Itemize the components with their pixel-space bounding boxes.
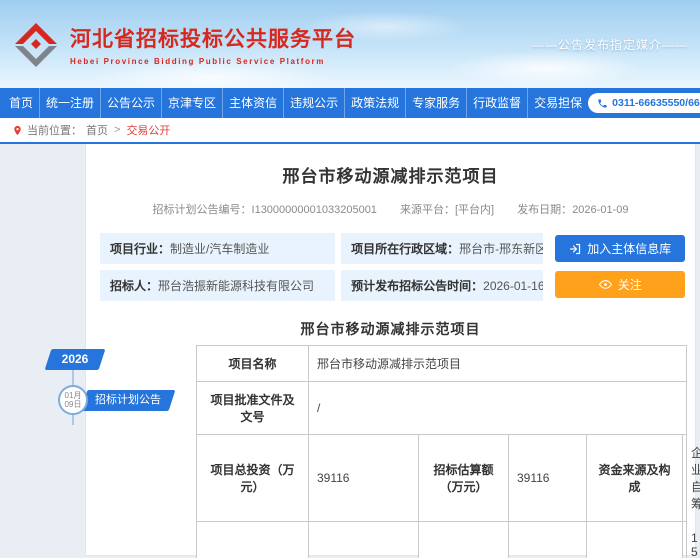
table-value-cell: 39116 (309, 435, 419, 522)
table-row: 项目总投资（万元） 39116 招标估算额（万元） 39116 资金来源及构成 … (197, 435, 687, 522)
breadcrumb-home-link[interactable]: 首页 (86, 122, 108, 138)
expected-date-label: 预计发布招标公告时间： (351, 279, 483, 293)
nav-phone: 0311-66635550/66635551 (588, 93, 700, 113)
table-value-cell: 企业自筹 (683, 435, 687, 522)
table-label-cell: 项目名称 (197, 346, 309, 382)
site-titles: 河北省招标投标公共服务平台 Hebei Province Bidding Pub… (70, 23, 356, 66)
join-arrow-icon (569, 243, 581, 255)
table-row: 项目批准文件及文号 / (197, 382, 687, 435)
plan-no-value: I13000000001033205001 (252, 204, 377, 216)
source-platform-label: 来源平台： (400, 204, 455, 216)
breadcrumb-current-link[interactable]: 交易公开 (126, 122, 170, 138)
nav-item-subject-credit[interactable]: 主体资信 (223, 88, 284, 118)
nav-item-expert-services[interactable]: 专家服务 (406, 88, 467, 118)
timeline-date-node: 01月 09日 (58, 385, 88, 415)
table-row: 招标人名称 邢台浩振新能源科技有限公司 联系人 杨明伟 电话 157320292… (197, 522, 687, 558)
table-value-cell: 邢台浩振新能源科技有限公司 (309, 522, 419, 558)
breadcrumb-prefix: 当前位置： (27, 122, 82, 138)
media-designation-label: ——公告发布指定媒介—— (532, 36, 688, 53)
summary-row: 招标人：邢台浩振新能源科技有限公司 预计发布招标公告时间：2026-01-16 (100, 270, 543, 301)
site-header: 河北省招标投标公共服务平台 Hebei Province Bidding Pub… (0, 0, 700, 88)
table-value-cell: 39116 (509, 435, 587, 522)
table-label-cell: 项目总投资（万元） (197, 435, 309, 522)
nav-item-supervision[interactable]: 行政监督 (467, 88, 528, 118)
publish-date-value: 2026-01-09 (572, 204, 628, 216)
nav-item-policies[interactable]: 政策法规 (345, 88, 406, 118)
announcement-card: 邢台市移动源减排示范项目 招标计划公告编号：I13000000001033205… (85, 144, 696, 556)
announcement-title: 邢台市移动源减排示范项目 (86, 162, 695, 187)
table-label-cell: 联系人 (419, 522, 509, 558)
tenderee-value: 邢台浩振新能源科技有限公司 (158, 279, 314, 293)
timeline-stage-label: 招标计划公告 (95, 390, 161, 411)
detail-section-title: 邢台市移动源减排示范项目 (86, 319, 695, 339)
nav-item-jingjin-zone[interactable]: 京津专区 (162, 88, 223, 118)
expected-date-cell: 预计发布招标公告时间：2026-01-16 (341, 270, 543, 301)
action-buttons: 加入主体信息库 关注 (555, 233, 685, 301)
join-button-label: 加入主体信息库 (587, 240, 671, 257)
site-subtitle: Hebei Province Bidding Public Service Pl… (70, 57, 356, 66)
location-pin-icon (12, 124, 23, 137)
nav-item-trade-guarantee[interactable]: 交易担保 (528, 88, 588, 118)
nav-item-violations[interactable]: 违规公示 (284, 88, 345, 118)
table-value-cell: 邢台市移动源减排示范项目 (309, 346, 687, 382)
source-platform-value: [平台内] (455, 204, 494, 216)
timeline-stage-tag: 招标计划公告 (81, 390, 176, 411)
expected-date-value: 2026-01-16 (483, 279, 543, 293)
tenderee-label: 招标人： (110, 279, 158, 293)
timeline-year: 2026 (48, 349, 102, 370)
table-label-cell: 电话 (587, 522, 683, 558)
table-value-cell: 杨明伟 (509, 522, 587, 558)
summary-rows: 项目行业：制造业/汽车制造业 项目所在行政区域：邢台市-邢东新区 招标人：邢台浩… (100, 233, 543, 301)
breadcrumb: 当前位置： 首页 > 交易公开 (0, 118, 700, 144)
nav-item-register[interactable]: 统一注册 (40, 88, 101, 118)
timeline-month: 01月 (65, 391, 82, 400)
breadcrumb-separator: > (114, 124, 120, 136)
project-region-value: 邢台市-邢东新区 (459, 242, 543, 256)
main-nav: 首页 统一注册 公告公示 京津专区 主体资信 违规公示 政策法规 专家服务 行政… (0, 88, 700, 118)
nav-item-announcements[interactable]: 公告公示 (101, 88, 162, 118)
announcement-meta: 招标计划公告编号：I13000000001033205001 来源平台：[平台内… (86, 201, 695, 217)
join-subject-db-button[interactable]: 加入主体信息库 (555, 235, 685, 262)
content-area: 邢台市移动源减排示范项目 招标计划公告编号：I13000000001033205… (0, 144, 700, 556)
summary-section: 项目行业：制造业/汽车制造业 项目所在行政区域：邢台市-邢东新区 招标人：邢台浩… (100, 233, 685, 301)
timeline: 2026 01月 09日 招标计划公告 (48, 345, 178, 465)
summary-row: 项目行业：制造业/汽车制造业 项目所在行政区域：邢台市-邢东新区 (100, 233, 543, 264)
page: 河北省招标投标公共服务平台 Hebei Province Bidding Pub… (0, 0, 700, 558)
site-title: 河北省招标投标公共服务平台 (70, 23, 356, 53)
detail-table: 项目名称 邢台市移动源减排示范项目 项目批准文件及文号 / 项目总投资（万元） … (196, 345, 687, 558)
table-value-cell: / (309, 382, 687, 435)
table-label-cell: 项目批准文件及文号 (197, 382, 309, 435)
project-industry-label: 项目行业： (110, 242, 170, 256)
project-industry-value: 制造业/汽车制造业 (170, 242, 269, 256)
tenderee-cell: 招标人：邢台浩振新能源科技有限公司 (100, 270, 335, 301)
follow-button-label: 关注 (618, 276, 642, 293)
project-industry-cell: 项目行业：制造业/汽车制造业 (100, 233, 335, 264)
table-label-cell: 招标人名称 (197, 522, 309, 558)
follow-button[interactable]: 关注 (555, 271, 685, 298)
nav-item-home[interactable]: 首页 (0, 88, 40, 118)
detail-section: 2026 01月 09日 招标计划公告 项目名称 邢台市移动源减排示范项目 项目… (86, 345, 695, 558)
publish-date-label: 发布日期： (517, 204, 572, 216)
eye-icon (599, 278, 612, 291)
project-region-cell: 项目所在行政区域：邢台市-邢东新区 (341, 233, 543, 264)
phone-number: 0311-66635550/66635551 (612, 97, 700, 109)
timeline-year-flag: 2026 (45, 349, 106, 370)
timeline-day: 09日 (65, 400, 82, 409)
table-row: 项目名称 邢台市移动源减排示范项目 (197, 346, 687, 382)
site-logo-icon (12, 20, 60, 68)
table-label-cell: 招标估算额（万元） (419, 435, 509, 522)
table-label-cell: 资金来源及构成 (587, 435, 683, 522)
plan-no-label: 招标计划公告编号： (153, 204, 252, 216)
phone-icon (597, 98, 608, 109)
project-region-label: 项目所在行政区域： (351, 242, 459, 256)
table-value-cell: 15732029278 (683, 522, 687, 558)
